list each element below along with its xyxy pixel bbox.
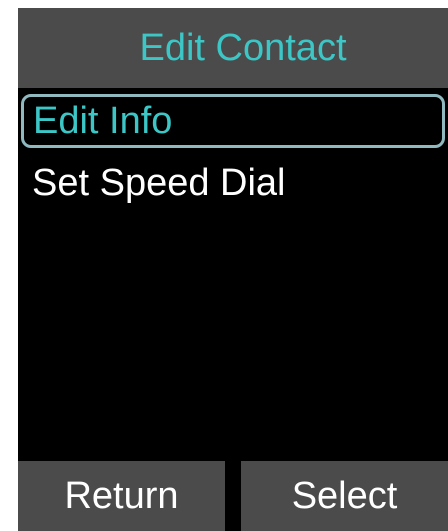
menu-item-edit-info[interactable]: Edit Info	[21, 94, 445, 148]
menu-item-set-speed-dial[interactable]: Set Speed Dial	[18, 154, 448, 212]
menu-list: Edit Info Set Speed Dial	[18, 94, 448, 212]
return-label: Return	[64, 474, 179, 517]
select-softkey[interactable]: Select	[241, 461, 448, 531]
phone-screen: Edit Contact Edit Info Set Speed Dial Re…	[18, 8, 448, 531]
screen-title: Edit Contact	[139, 27, 347, 69]
softkey-bar: Return Select	[18, 461, 448, 531]
title-bar: Edit Contact	[18, 8, 448, 88]
select-label: Select	[291, 474, 398, 517]
return-softkey[interactable]: Return	[18, 461, 225, 531]
menu-item-label: Edit Info	[33, 99, 173, 142]
menu-item-label: Set Speed Dial	[32, 161, 286, 204]
